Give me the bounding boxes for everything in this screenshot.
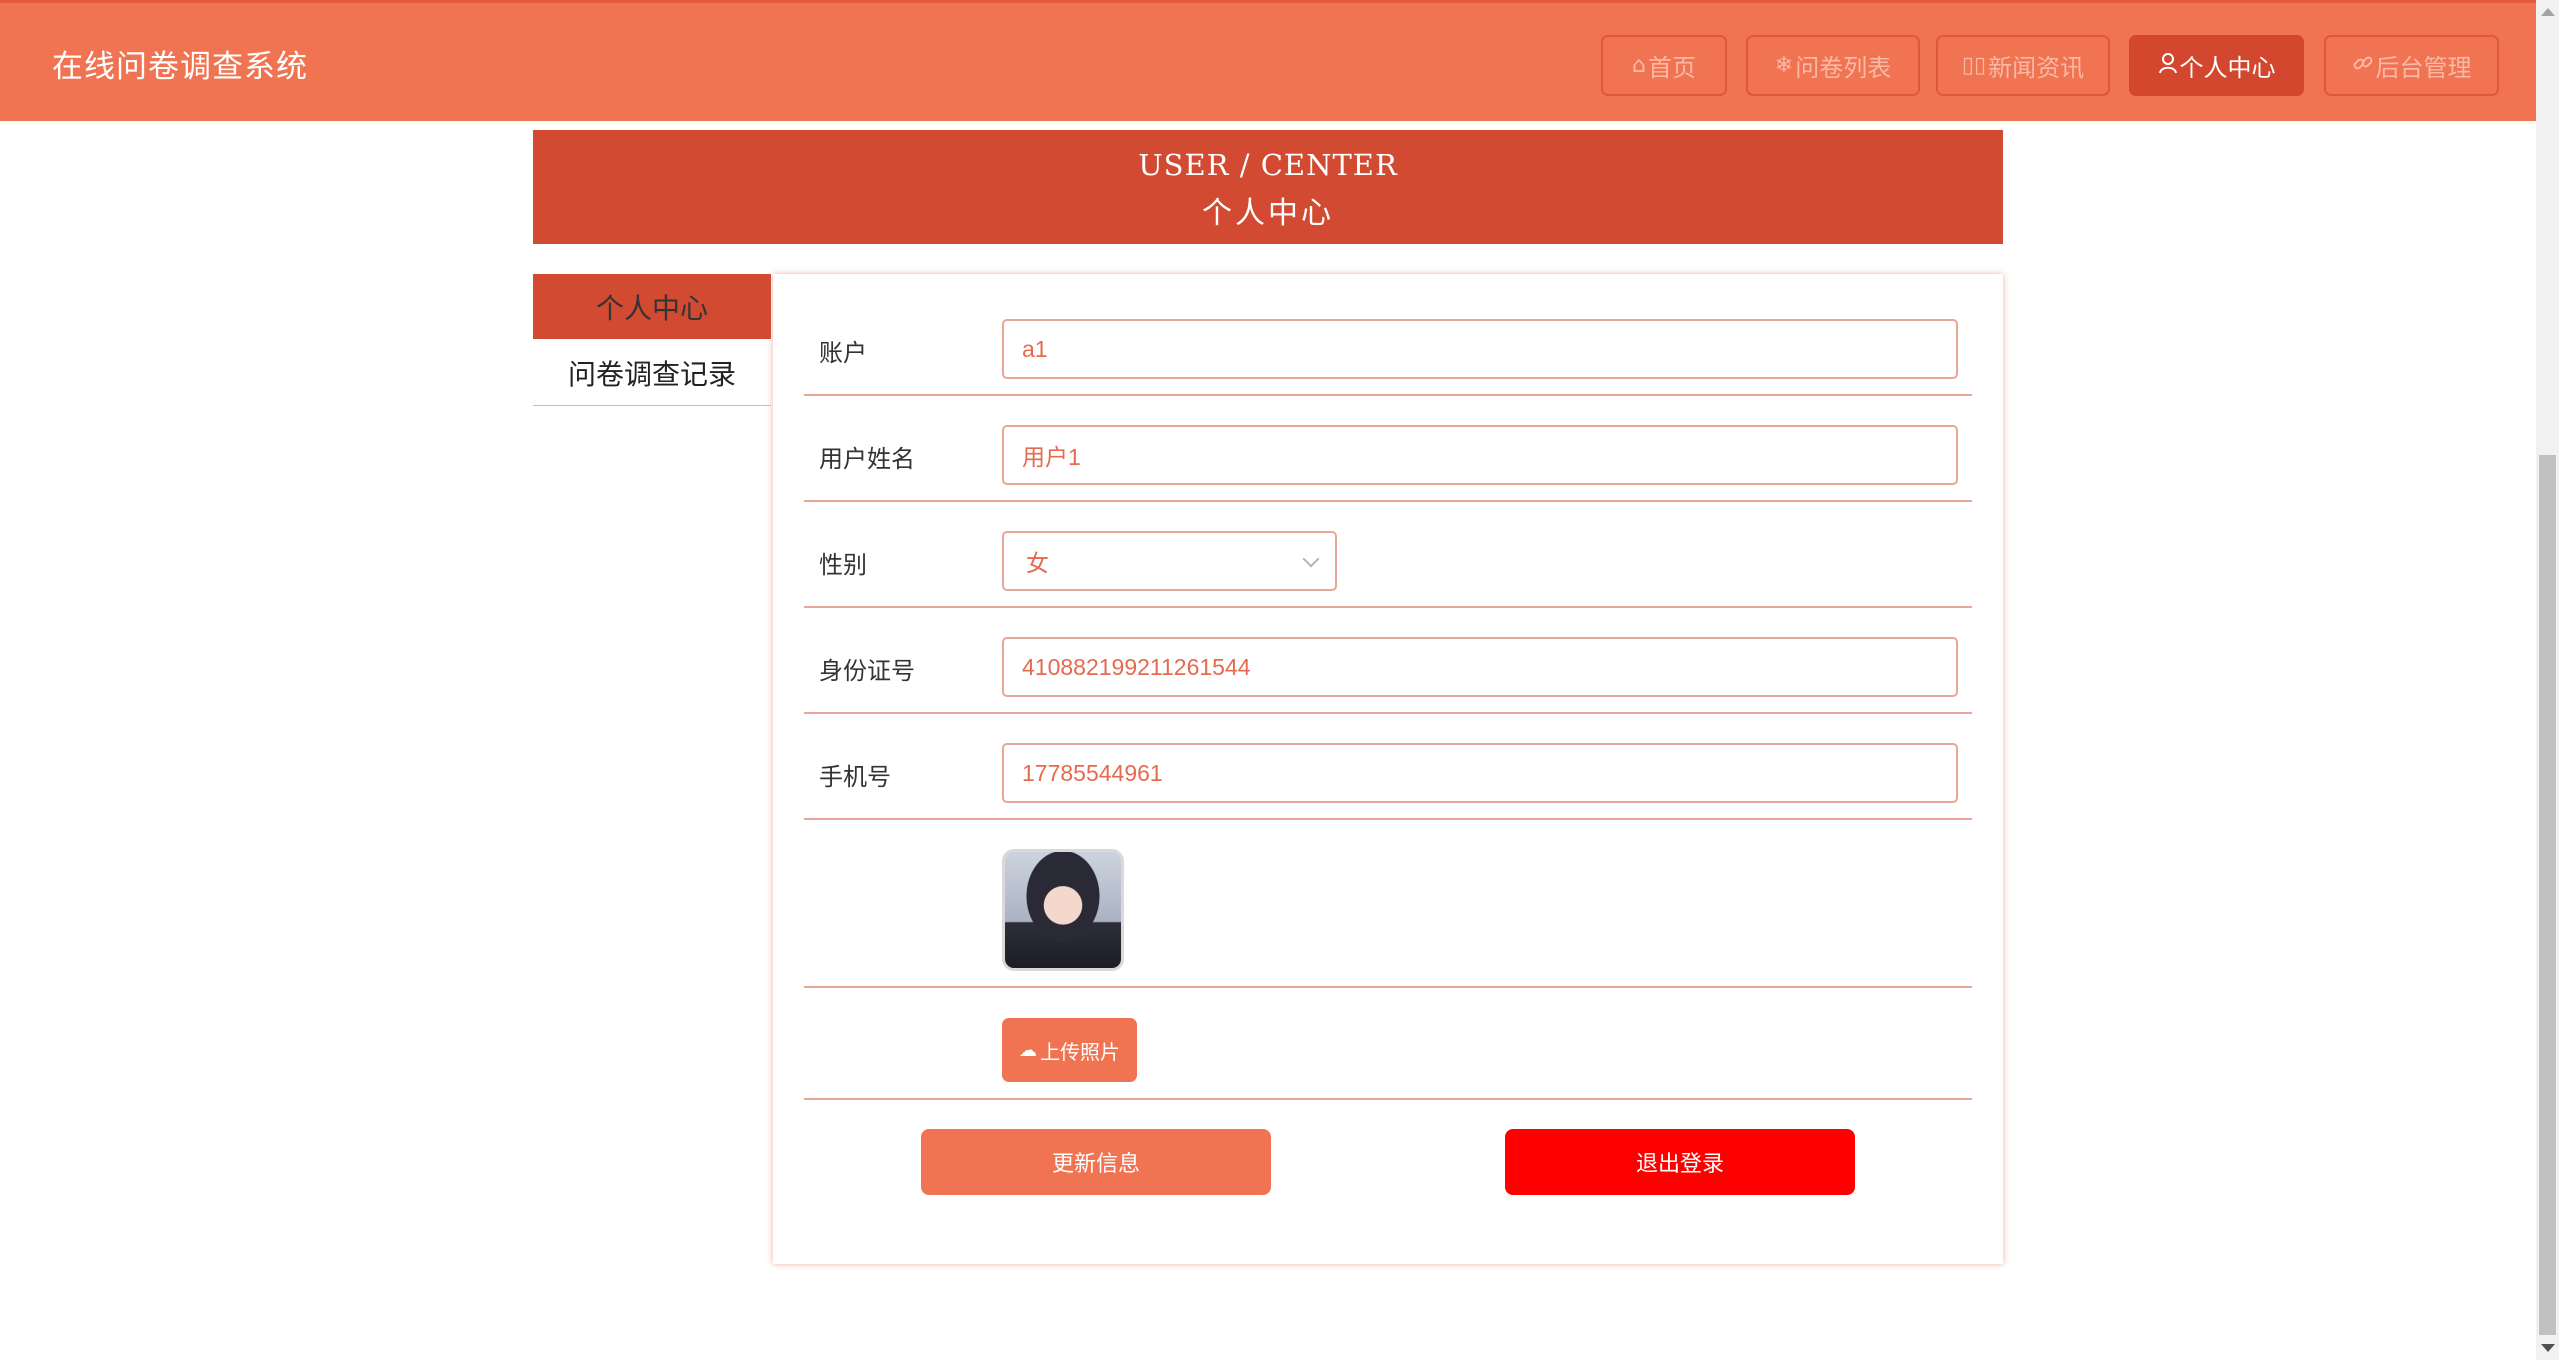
row-divider bbox=[804, 818, 1972, 820]
row-divider bbox=[804, 1098, 1972, 1100]
update-info-button[interactable]: 更新信息 bbox=[921, 1129, 1271, 1195]
nav-home[interactable]: ⌂ 首页 bbox=[1601, 35, 1727, 96]
chevron-down-icon bbox=[1302, 550, 1320, 568]
nav-admin[interactable]: 后台管理 bbox=[2324, 35, 2499, 96]
scrollbar-thumb[interactable] bbox=[2539, 455, 2556, 1335]
nav-survey-list-label: 问卷列表 bbox=[1795, 54, 1892, 82]
news-icon: ▯▯ bbox=[1961, 53, 1987, 78]
row-divider bbox=[804, 712, 1972, 714]
scroll-up-arrow-icon[interactable] bbox=[2541, 8, 2555, 16]
logout-button[interactable]: 退出登录 bbox=[1505, 1129, 1855, 1195]
id-number-field[interactable]: 410882199211261544 bbox=[1002, 637, 1958, 697]
menu-item-survey-records[interactable]: 问卷调查记录 bbox=[533, 341, 771, 406]
phone-field[interactable]: 17785544961 bbox=[1002, 743, 1958, 803]
name-label: 用户姓名 bbox=[819, 445, 915, 473]
snowflake-icon: ❄ bbox=[1774, 53, 1794, 78]
page-banner: USER / CENTER 个人中心 bbox=[533, 130, 2003, 244]
gender-select[interactable]: 女 bbox=[1002, 531, 1337, 591]
banner-title-cn: 个人中心 bbox=[1202, 196, 1334, 231]
id-number-label: 身份证号 bbox=[819, 657, 915, 685]
nav-news-label: 新闻资讯 bbox=[1988, 54, 2085, 82]
row-divider bbox=[804, 500, 1972, 502]
nav-user-center-label: 个人中心 bbox=[2179, 54, 2276, 82]
link-icon bbox=[2352, 52, 2374, 80]
top-nav-bar: 在线问卷调查系统 ⌂ 首页 ❄ 问卷列表 ▯▯ 新闻资讯 个人中心 后台管理 bbox=[0, 0, 2536, 121]
gender-select-value: 女 bbox=[1026, 550, 1049, 576]
scroll-down-arrow-icon[interactable] bbox=[2541, 1344, 2555, 1352]
gender-label: 性别 bbox=[819, 551, 867, 579]
name-field[interactable]: 用户1 bbox=[1002, 425, 1958, 485]
row-divider bbox=[804, 394, 1972, 396]
nav-news[interactable]: ▯▯ 新闻资讯 bbox=[1936, 35, 2110, 96]
menu-item-user-center[interactable]: 个人中心 bbox=[533, 274, 771, 339]
account-field[interactable]: a1 bbox=[1002, 319, 1958, 379]
user-icon bbox=[2158, 52, 2178, 80]
nav-admin-label: 后台管理 bbox=[2375, 54, 2472, 82]
nav-survey-list[interactable]: ❄ 问卷列表 bbox=[1746, 35, 1920, 96]
nav-home-label: 首页 bbox=[1647, 54, 1696, 82]
cloud-upload-icon: ☁ bbox=[1019, 1039, 1037, 1061]
home-icon: ⌂ bbox=[1632, 53, 1646, 78]
avatar bbox=[1002, 849, 1124, 971]
row-divider bbox=[804, 986, 1972, 988]
banner-title-en: USER / CENTER bbox=[1138, 148, 1398, 182]
site-title: 在线问卷调查系统 bbox=[52, 49, 308, 85]
nav-user-center[interactable]: 个人中心 bbox=[2129, 35, 2304, 96]
row-divider bbox=[804, 606, 1972, 608]
phone-label: 手机号 bbox=[819, 763, 891, 791]
upload-photo-label: 上传照片 bbox=[1040, 1039, 1120, 1064]
upload-photo-button[interactable]: ☁ 上传照片 bbox=[1002, 1018, 1137, 1082]
account-label: 账户 bbox=[819, 339, 867, 367]
